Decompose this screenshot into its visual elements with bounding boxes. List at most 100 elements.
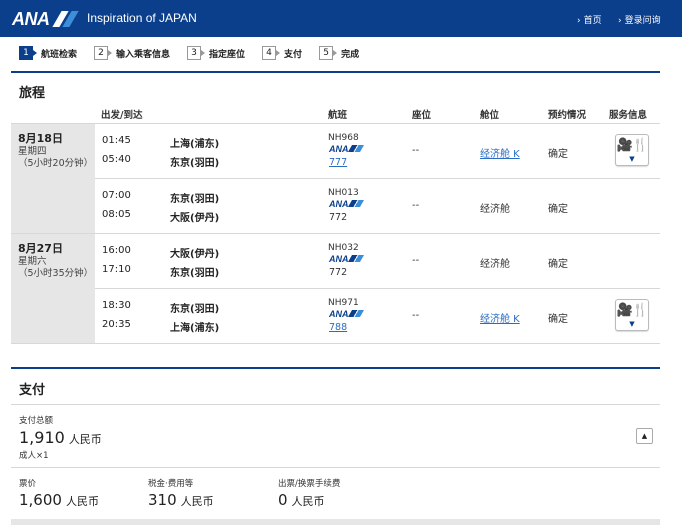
col-flight: 航班 bbox=[328, 110, 348, 121]
arrival-time: 05:40 bbox=[102, 154, 131, 165]
flight-number: NH013 bbox=[328, 188, 359, 198]
fee-value: 0 bbox=[278, 491, 288, 509]
service-info-button[interactable]: 🎥🍴 ▼ bbox=[615, 299, 649, 331]
arrival-city: 东京(羽田) bbox=[170, 158, 220, 169]
passenger-count: 成人×1 bbox=[19, 451, 49, 461]
departure-city: 东京(羽田) bbox=[170, 304, 220, 315]
booking-status: 确定 bbox=[548, 314, 568, 325]
date: 8月27日 bbox=[18, 242, 63, 255]
arrival-time: 20:35 bbox=[102, 319, 131, 330]
step-number: 2 bbox=[94, 46, 113, 60]
movie-and-meal-icon: 🎥🍴 bbox=[616, 138, 648, 153]
fee-amount: 0 人民币 bbox=[278, 491, 325, 509]
login-inquiry-link[interactable]: 登录问询 bbox=[618, 13, 661, 26]
step-payment: 4 支付 bbox=[262, 46, 302, 60]
table-line bbox=[95, 288, 660, 289]
logo-text: ANA bbox=[12, 8, 50, 29]
fee-label: 出票/换票手续费 bbox=[278, 479, 341, 489]
departure-time: 01:45 bbox=[102, 135, 131, 146]
table-line bbox=[11, 233, 660, 234]
payment-line bbox=[11, 404, 660, 405]
collapse-button[interactable]: ▲ bbox=[636, 428, 653, 444]
duration: （5小时20分钟） bbox=[18, 158, 94, 169]
date-cell-day1: 8月18日 星期四 （5小时20分钟） bbox=[11, 124, 95, 233]
chevron-down-icon: ▼ bbox=[629, 320, 635, 328]
currency: 人民币 bbox=[180, 495, 214, 508]
table-line bbox=[95, 178, 660, 179]
step-search: 1 航班检索 bbox=[19, 46, 77, 60]
tax-label: 税金·费用等 bbox=[148, 479, 194, 489]
col-status: 预约情况 bbox=[548, 110, 587, 121]
weekday: 星期四 bbox=[18, 146, 47, 157]
arrival-time: 08:05 bbox=[102, 209, 131, 220]
col-seat: 座位 bbox=[412, 110, 432, 121]
seat: -- bbox=[412, 200, 420, 211]
departure-time: 16:00 bbox=[102, 245, 131, 256]
cabin-link[interactable]: 经济舱 K bbox=[480, 310, 520, 325]
departure-time: 07:00 bbox=[102, 190, 131, 201]
payment-title: 支付 bbox=[19, 383, 46, 398]
arrival-city: 东京(羽田) bbox=[170, 268, 220, 279]
chevron-up-icon: ▲ bbox=[641, 432, 648, 440]
departure-time: 18:30 bbox=[102, 300, 131, 311]
col-service: 服务信息 bbox=[609, 110, 648, 121]
payment-divider bbox=[11, 367, 660, 369]
aircraft-type: 772 bbox=[329, 267, 348, 278]
table-line bbox=[11, 123, 660, 124]
itinerary-divider bbox=[11, 71, 660, 73]
step-number: 1 bbox=[19, 46, 37, 60]
chevron-down-icon: ▼ bbox=[629, 155, 635, 163]
booking-status: 确定 bbox=[548, 259, 568, 270]
currency: 人民币 bbox=[68, 433, 102, 446]
ana-mini-logo-icon: ANA bbox=[329, 309, 362, 319]
fare-amount: 1,600 人民币 bbox=[19, 491, 99, 509]
weekday: 星期六 bbox=[18, 256, 47, 267]
booking-status: 确定 bbox=[548, 204, 568, 215]
ana-mini-logo-icon: ANA bbox=[329, 144, 362, 154]
step-label: 支付 bbox=[284, 49, 303, 60]
service-info-button[interactable]: 🎥🍴 ▼ bbox=[615, 134, 649, 166]
aircraft-link[interactable]: 777 bbox=[329, 157, 347, 168]
aircraft-type: 772 bbox=[329, 212, 348, 223]
booking-status: 确定 bbox=[548, 149, 568, 160]
fare-label: 票价 bbox=[19, 479, 37, 489]
step-complete: 5 完成 bbox=[319, 46, 359, 60]
movie-and-meal-icon: 🎥🍴 bbox=[616, 303, 648, 318]
currency: 人民币 bbox=[65, 495, 99, 508]
step-number: 3 bbox=[187, 46, 206, 60]
step-label: 指定座位 bbox=[209, 49, 246, 60]
flight-number: NH971 bbox=[328, 298, 359, 308]
seat: -- bbox=[412, 255, 420, 266]
arrival-time: 17:10 bbox=[102, 264, 131, 275]
logo-stripes-icon bbox=[51, 11, 79, 27]
total-amount: 1,910 人民币 bbox=[19, 428, 102, 447]
booking-steps: 1 航班检索 2 输入乘客信息 3 指定座位 4 支付 5 完成 bbox=[19, 46, 376, 60]
arrival-city: 上海(浦东) bbox=[170, 323, 220, 334]
home-link[interactable]: 首页 bbox=[577, 13, 602, 26]
step-passenger-info: 2 输入乘客信息 bbox=[94, 46, 170, 60]
tax-value: 310 bbox=[148, 491, 177, 509]
tax-amount: 310 人民币 bbox=[148, 491, 214, 509]
cabin: 经济舱 bbox=[480, 259, 510, 270]
ana-logo[interactable]: ANA bbox=[12, 8, 79, 30]
total-value: 1,910 bbox=[19, 428, 65, 447]
aircraft-link[interactable]: 788 bbox=[329, 322, 347, 333]
col-cabin: 舱位 bbox=[480, 110, 500, 121]
flight-number: NH968 bbox=[328, 133, 359, 143]
table-line bbox=[11, 343, 660, 344]
cabin-link[interactable]: 经济舱 K bbox=[480, 145, 520, 160]
step-number: 4 bbox=[262, 46, 281, 60]
itinerary-title: 旅程 bbox=[19, 86, 46, 101]
step-number: 5 bbox=[319, 46, 338, 60]
currency: 人民币 bbox=[291, 495, 325, 508]
departure-city: 大阪(伊丹) bbox=[170, 249, 220, 260]
ana-mini-logo-icon: ANA bbox=[329, 199, 362, 209]
arrival-city: 大阪(伊丹) bbox=[170, 213, 220, 224]
seat: -- bbox=[412, 310, 420, 321]
date: 8月18日 bbox=[18, 132, 63, 145]
col-route: 出发/到达 bbox=[101, 110, 143, 121]
tagline: Inspiration of JAPAN bbox=[87, 11, 197, 25]
step-label: 航班检索 bbox=[41, 49, 78, 60]
date-cell-day2: 8月27日 星期六 （5小时35分钟） bbox=[11, 234, 95, 343]
seat: -- bbox=[412, 145, 420, 156]
